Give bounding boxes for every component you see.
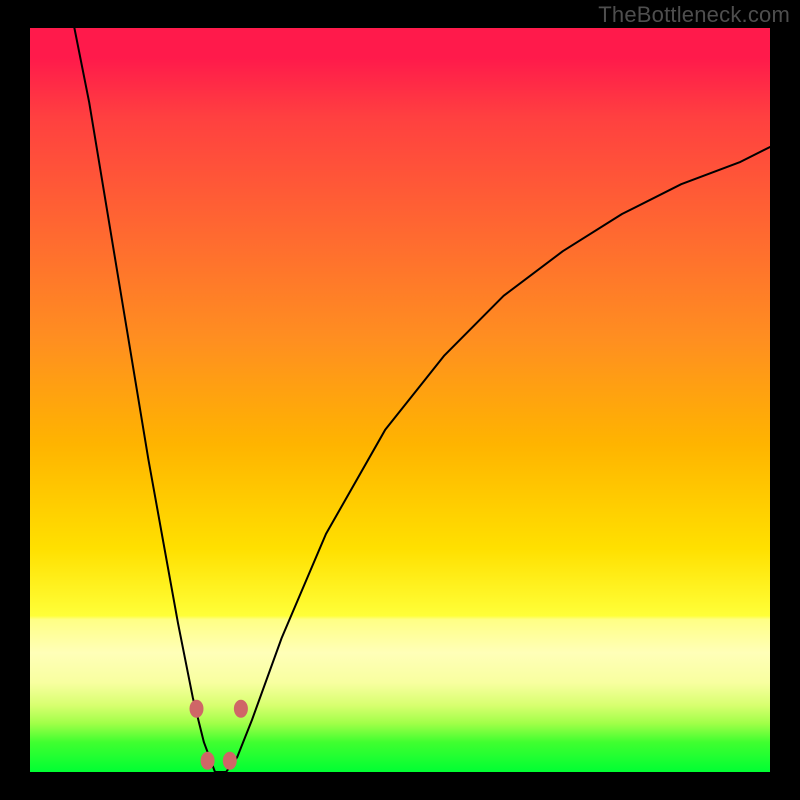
plot-area — [30, 28, 770, 772]
curve-marker — [201, 752, 215, 770]
watermark-text: TheBottleneck.com — [598, 2, 790, 28]
curve-markers — [190, 700, 248, 770]
curve-marker — [223, 752, 237, 770]
curve-layer — [30, 28, 770, 772]
chart-frame: TheBottleneck.com — [0, 0, 800, 800]
curve-marker — [190, 700, 204, 718]
curve-marker — [234, 700, 248, 718]
bottleneck-curve-path — [74, 28, 770, 772]
